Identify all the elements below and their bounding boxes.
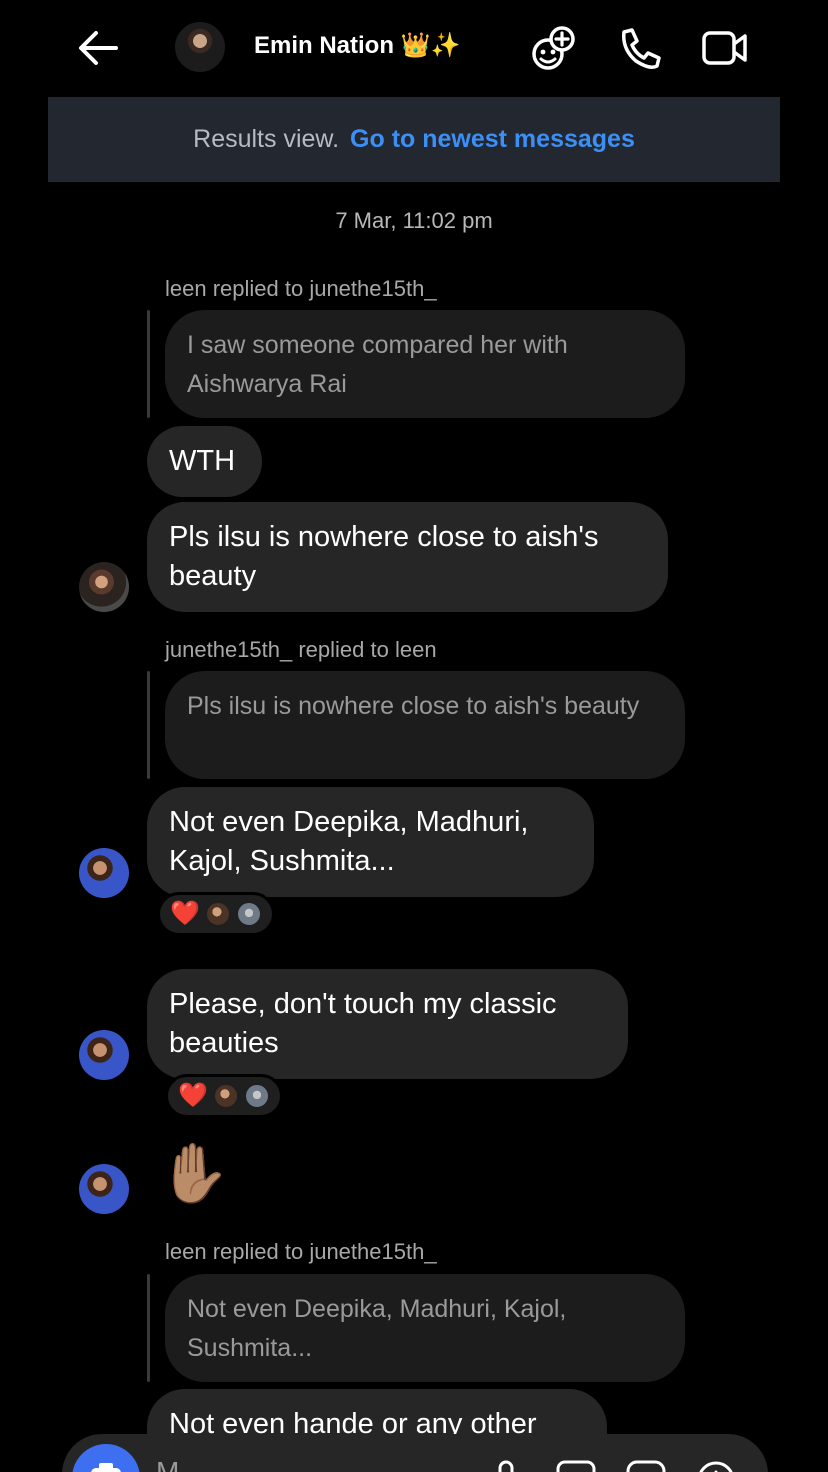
reactions-pill[interactable]: ❤️ <box>165 1074 283 1118</box>
message-composer: M <box>62 1434 768 1472</box>
reply-label: leen replied to junethe15th_ <box>165 276 437 301</box>
message-bubble[interactable]: WTH <box>147 426 262 497</box>
chat-title[interactable]: Emin Nation 👑✨ <box>254 31 460 60</box>
reactions-pill[interactable]: ❤️ <box>157 892 275 936</box>
chat-avatar[interactable] <box>175 22 225 72</box>
reply-label: junethe15th_ replied to leen <box>165 637 437 662</box>
message-bubble[interactable]: Please, don't touch my classic beauties <box>147 969 628 1079</box>
sender-avatar[interactable] <box>79 1030 129 1080</box>
reactor-avatar <box>235 901 262 927</box>
message-input[interactable]: M <box>156 1456 179 1472</box>
sender-avatar[interactable] <box>79 1164 129 1214</box>
microphone-icon[interactable] <box>486 1458 526 1472</box>
quoted-message[interactable]: Pls ilsu is nowhere close to aish's beau… <box>165 671 685 779</box>
camera-button[interactable] <box>72 1444 140 1472</box>
reply-bar <box>147 310 150 418</box>
heart-reaction-icon: ❤️ <box>178 1082 208 1109</box>
message-timestamp: 7 Mar, 11:02 pm <box>335 208 493 233</box>
sender-avatar[interactable] <box>79 848 129 898</box>
add-people-icon[interactable] <box>528 24 578 72</box>
reply-bar <box>147 671 150 779</box>
reactor-avatar <box>243 1083 270 1109</box>
reply-label: leen replied to junethe15th_ <box>165 1239 437 1264</box>
quoted-message[interactable]: I saw someone compared her with Aishwary… <box>165 310 685 418</box>
video-camera-icon[interactable] <box>700 24 750 72</box>
raised-hand-emoji-message[interactable]: ✋🏽 <box>158 1145 230 1203</box>
reply-bar <box>147 1274 150 1382</box>
message-bubble[interactable]: Not even Deepika, Madhuri, Kajol, Sushmi… <box>147 787 594 897</box>
plus-icon[interactable] <box>696 1458 736 1472</box>
reactor-avatar <box>204 901 231 927</box>
back-arrow-icon[interactable] <box>74 26 122 70</box>
results-view-label: Results view. <box>193 125 340 153</box>
go-to-newest-link[interactable]: Go to newest messages <box>350 125 635 154</box>
reactor-avatar <box>212 1083 239 1109</box>
heart-reaction-icon: ❤️ <box>170 900 200 927</box>
sender-avatar[interactable] <box>79 562 129 612</box>
quoted-message[interactable]: Not even Deepika, Madhuri, Kajol, Sushmi… <box>165 1274 685 1382</box>
gallery-icon[interactable] <box>556 1458 596 1472</box>
sticker-icon[interactable] <box>626 1458 666 1472</box>
results-banner: Results view. Go to newest messages <box>48 97 780 182</box>
message-bubble[interactable]: Pls ilsu is nowhere close to aish's beau… <box>147 502 668 612</box>
phone-icon[interactable] <box>614 24 664 72</box>
camera-icon <box>91 1463 121 1472</box>
chat-header: Emin Nation 👑✨ <box>0 0 828 96</box>
